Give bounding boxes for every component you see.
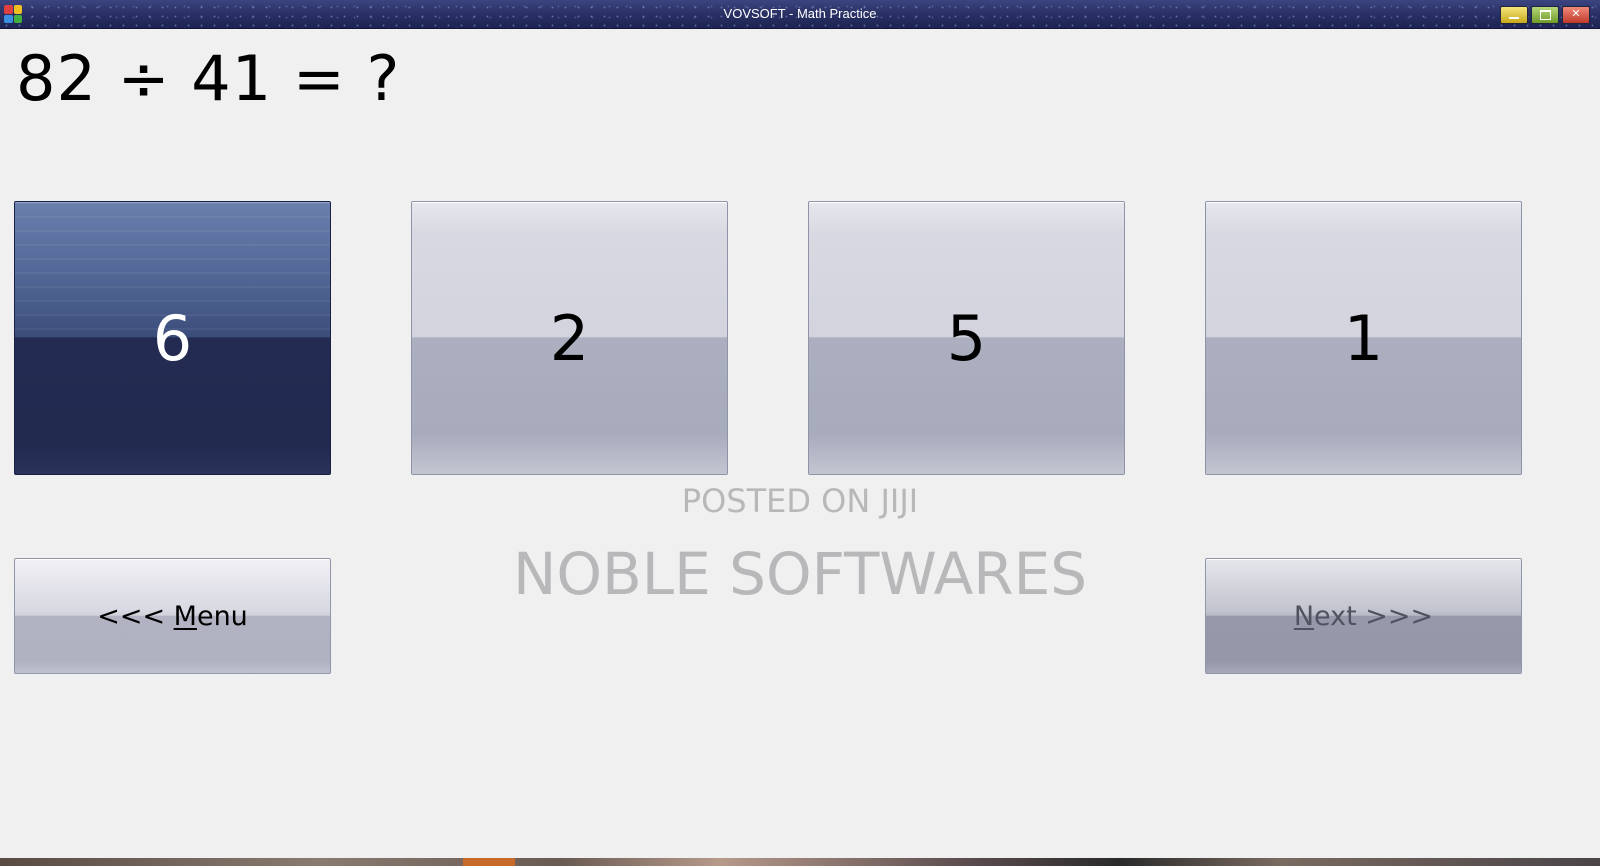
watermark-posted: POSTED ON JIJI	[681, 482, 919, 520]
window-title: VOVSOFT - Math Practice	[723, 6, 877, 21]
taskbar-strip	[0, 858, 1600, 866]
taskbar-active-item[interactable]	[463, 858, 515, 866]
menu-button[interactable]: <<< Menu	[14, 558, 331, 674]
window-controls	[1500, 6, 1590, 24]
close-icon[interactable]	[1562, 6, 1590, 24]
app-window: VOVSOFT - Math Practice 82 ÷ 41 = ? 6 2 …	[0, 0, 1600, 866]
answer-label: 6	[152, 301, 193, 375]
menu-button-rest: enu	[196, 600, 248, 632]
answer-button-4[interactable]: 1	[1205, 201, 1522, 475]
answer-label: 5	[946, 301, 987, 375]
title-bar[interactable]: VOVSOFT - Math Practice	[0, 0, 1600, 29]
next-button-hotkey: N	[1293, 600, 1315, 632]
answer-label: 1	[1343, 301, 1384, 375]
next-button[interactable]: Next >>>	[1205, 558, 1522, 674]
menu-button-prefix: <<<	[97, 600, 174, 632]
answer-label: 2	[549, 301, 590, 375]
watermark-company: NOBLE SOFTWARES	[512, 540, 1088, 608]
answer-button-2[interactable]: 2	[411, 201, 728, 475]
question-text: 82 ÷ 41 = ?	[16, 42, 401, 115]
menu-button-hotkey: M	[173, 600, 197, 632]
answer-button-1[interactable]: 6	[14, 201, 331, 475]
maximize-icon[interactable]	[1531, 6, 1559, 24]
next-button-rest: ext >>>	[1314, 600, 1434, 632]
answer-button-3[interactable]: 5	[808, 201, 1125, 475]
minimize-icon[interactable]	[1500, 6, 1528, 24]
